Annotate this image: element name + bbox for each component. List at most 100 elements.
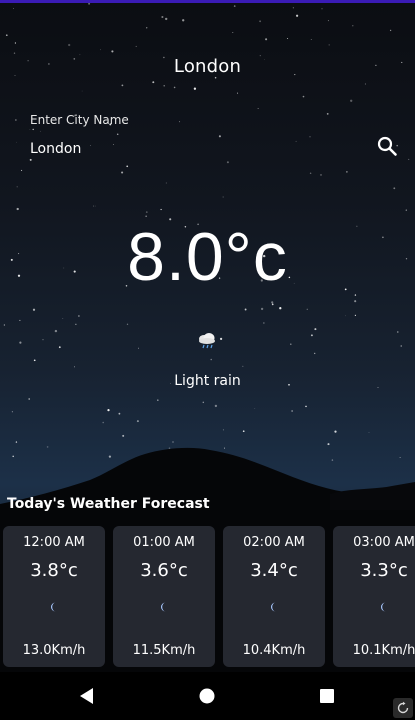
status-bar [0,0,415,3]
star [290,343,292,345]
star [222,196,224,198]
star [354,300,357,303]
star [121,84,124,87]
star [292,7,295,9]
star [136,420,139,423]
star [364,83,366,85]
star [257,108,259,109]
star [397,331,399,333]
star [287,38,289,39]
current-temperature: 8.0°c [127,219,288,295]
star [408,158,410,160]
star [321,8,323,10]
search-icon [377,136,397,156]
star [111,50,114,53]
star [16,186,18,188]
star [291,410,293,412]
forecast-temperature: 3.4°c [250,560,298,581]
star [13,52,16,54]
star [145,211,148,213]
star [173,86,176,89]
star [242,365,244,368]
star [237,92,239,94]
forecast-card[interactable]: 03:00 AM 3.3°c 10.1Km/h [333,526,415,667]
moon-icon [380,602,386,612]
star [39,130,41,132]
forecast-wind-speed: 10.4Km/h [242,643,306,658]
star [145,215,147,217]
star [81,90,83,92]
star [254,408,256,409]
star [33,359,36,362]
star [15,141,17,143]
search-button[interactable] [372,131,402,161]
forecast-temperature: 3.3°c [360,560,408,581]
star [14,42,16,44]
weather-screen: London Enter City Name 8.0°c Light rain … [0,0,415,720]
star [259,20,262,23]
home-button[interactable] [195,684,219,708]
star [160,208,162,211]
star [74,366,76,368]
forecast-card[interactable]: 12:00 AM 3.8°c 13.0Km/h [3,526,105,667]
star [11,411,13,413]
star [121,171,124,174]
back-button[interactable] [75,684,99,708]
star [233,5,236,7]
star [152,81,155,84]
star [16,207,19,211]
star [161,15,164,19]
hourly-forecast-list[interactable]: 12:00 AM 3.8°c 13.0Km/h 01:00 AM 3.6°c 1… [0,526,415,669]
light-rain-icon [199,333,215,349]
city-search-input[interactable] [30,138,350,160]
star [214,76,217,79]
system-navigation-bar [0,672,415,720]
star [126,323,129,325]
star [328,44,330,46]
rotate-button[interactable] [393,698,413,718]
star [314,328,317,331]
star [135,45,137,47]
forecast-time: 03:00 AM [353,535,415,550]
forecast-time: 12:00 AM [23,535,85,550]
star [214,404,218,408]
star [393,187,396,190]
forecast-title: Today's Weather Forecast [7,496,210,512]
star [58,346,61,349]
star [244,308,247,311]
forecast-time: 01:00 AM [133,535,195,550]
moon-icon [270,602,276,612]
star [15,119,17,121]
star [354,314,357,317]
star [94,205,96,207]
star [62,318,64,320]
star [400,345,402,347]
recents-icon [320,689,334,703]
star [118,412,121,415]
home-icon [199,688,215,704]
moon-icon [160,602,166,612]
forecast-card[interactable]: 01:00 AM 3.6°c 11.5Km/h [113,526,215,667]
forecast-time: 02:00 AM [243,535,305,550]
star [202,401,205,404]
star [271,303,274,306]
star [320,174,322,176]
star [29,129,31,130]
star [93,205,95,207]
star [32,308,36,311]
star [193,87,197,90]
star [116,133,119,135]
star [146,27,148,29]
forecast-wind-speed: 10.1Km/h [352,643,415,658]
star [389,29,392,32]
star [19,319,21,321]
recents-button[interactable] [315,684,339,708]
star [179,121,181,123]
star [163,85,165,87]
forecast-card[interactable]: 02:00 AM 3.4°c 10.4Km/h [223,526,325,667]
star [28,398,31,400]
star [102,421,104,424]
star [226,161,229,164]
star [295,14,299,17]
star [405,209,407,211]
